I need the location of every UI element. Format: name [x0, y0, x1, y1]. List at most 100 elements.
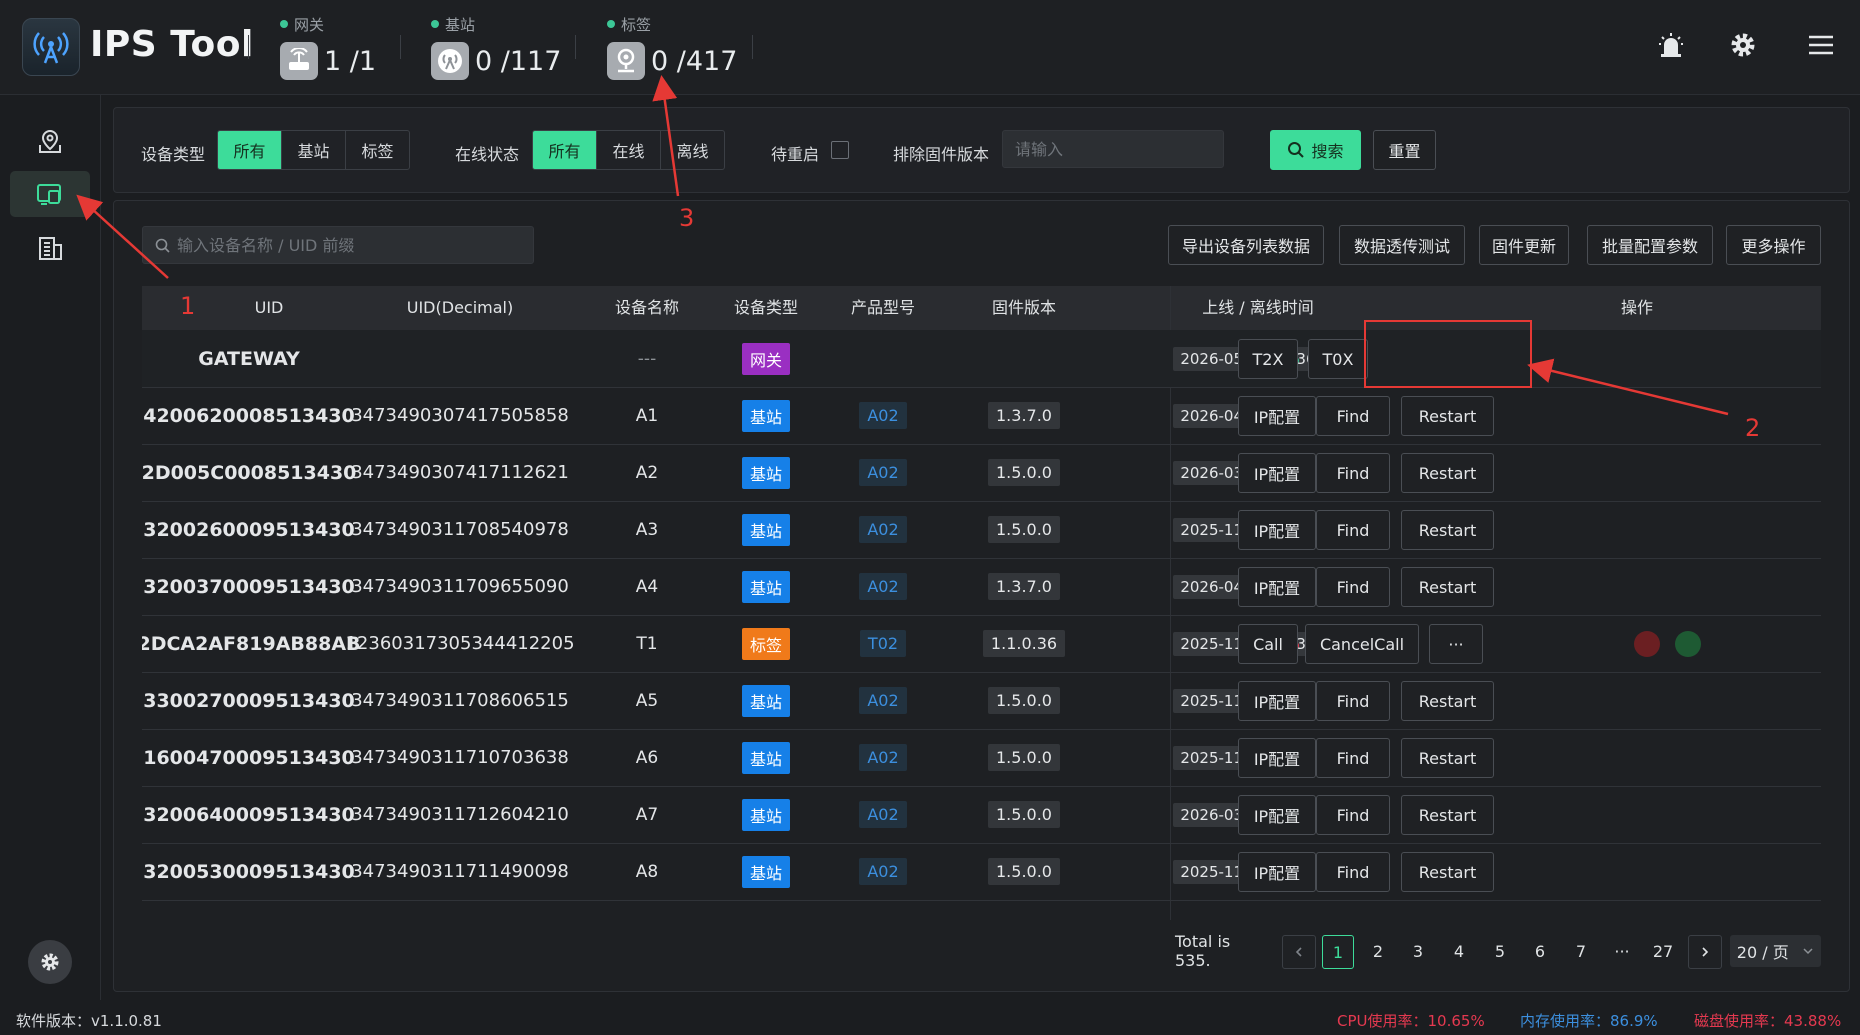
row-action-ip-button[interactable]: IP配置 [1238, 510, 1316, 550]
row-action-find-button[interactable]: Find [1316, 453, 1390, 493]
page-button-6[interactable]: 6 [1524, 935, 1556, 967]
row-action-restart-button[interactable]: Restart [1401, 396, 1494, 436]
row-action-t0x-button[interactable]: T0X [1308, 339, 1368, 379]
row-type-badge-base-station: 基站 [741, 684, 790, 717]
row-red-status-indicator[interactable] [1634, 631, 1660, 657]
page-size-select[interactable]: 20 / 页 [1730, 935, 1821, 967]
row-action-ip-button[interactable]: IP配置 [1238, 795, 1316, 835]
row-device-name: A7 [635, 804, 659, 825]
disk-usage: 磁盘使用率：43.88% [1694, 1012, 1842, 1030]
row-action-restart-button[interactable]: Restart [1401, 453, 1494, 493]
alarm-icon[interactable] [1656, 30, 1686, 64]
row-action-more-button[interactable]: ··· [1429, 624, 1483, 664]
row-action-ip-button[interactable]: IP配置 [1238, 396, 1316, 436]
row-type-badge-base-station: 基站 [741, 741, 790, 774]
table-row[interactable]: 2D005C0008513430 3473490307417112621 A2 基站 A… [142, 444, 1821, 502]
row-action-ip-button[interactable]: IP配置 [1238, 453, 1316, 493]
prev-page-button[interactable] [1282, 935, 1316, 969]
gateway-stat-label: 网关 [280, 14, 376, 34]
next-page-button[interactable] [1688, 935, 1722, 969]
exclude-firmware-input[interactable] [1002, 130, 1224, 168]
cpu-usage: CPU使用率：10.65% [1337, 1012, 1485, 1030]
column-header-product-model: 产品型号 [850, 298, 915, 317]
row-product-model: A02 [859, 744, 907, 771]
page-button-3[interactable]: 3 [1402, 935, 1434, 967]
map-pin-icon [39, 129, 61, 153]
row-action-restart-button[interactable]: Restart [1401, 795, 1494, 835]
device-search-input[interactable] [142, 226, 534, 264]
batch-config-button[interactable]: 批量配置参数 [1587, 225, 1713, 265]
table-row[interactable]: 3200370009513430 3473490311709655090 A4 基站 A… [142, 558, 1821, 616]
tag-stat-value: 0 /417 [651, 45, 738, 77]
search-button[interactable]: 搜索 [1270, 130, 1361, 170]
row-action-ip-button[interactable]: IP配置 [1238, 681, 1316, 721]
page-button-2[interactable]: 2 [1362, 935, 1394, 967]
row-action-restart-button[interactable]: Restart [1401, 852, 1494, 892]
row-product-model: A02 [859, 858, 907, 885]
row-action-find-button[interactable]: Find [1316, 510, 1390, 550]
gateway-stat: 网关 1 /1 [280, 14, 376, 80]
row-action-t2x-button[interactable]: T2X [1238, 339, 1298, 379]
online-status-all[interactable]: 所有 [533, 131, 597, 169]
device-type-base-station[interactable]: 基站 [282, 131, 346, 169]
sidebar-item-devices[interactable] [10, 171, 90, 217]
table-row[interactable]: 4200620008513430 3473490307417505858 A1 基站 A… [142, 387, 1821, 445]
reset-button[interactable]: 重置 [1373, 130, 1436, 170]
table-row[interactable]: 3200640009513430 3473490311712604210 A7 基站 A… [142, 786, 1821, 844]
table-header: UID UID(Decimal) 设备名称 设备类型 产品型号 固件版本 上线 … [142, 286, 1821, 330]
row-product-model: T02 [859, 630, 907, 657]
row-green-status-indicator[interactable] [1675, 631, 1701, 657]
page-button-7[interactable]: 7 [1565, 935, 1597, 967]
page-button-1[interactable]: 1 [1322, 935, 1354, 969]
export-device-list-button[interactable]: 导出设备列表数据 [1168, 225, 1324, 265]
row-uid-decimal: 3473490307417505858 [351, 405, 569, 426]
software-version: 软件版本：v1.1.0.81 [16, 1012, 162, 1030]
row-action-restart-button[interactable]: Restart [1401, 567, 1494, 607]
row-firmware-version: 1.1.0.36 [982, 630, 1066, 657]
table-row[interactable]: 1600470009513430 3473490311710703638 A6 基站 A… [142, 729, 1821, 787]
row-action-find-button[interactable]: Find [1316, 795, 1390, 835]
row-action-restart-button[interactable]: Restart [1401, 738, 1494, 778]
row-action-restart-button[interactable]: Restart [1401, 510, 1494, 550]
online-status-online[interactable]: 在线 [597, 131, 661, 169]
sidebar-item-building[interactable] [10, 225, 90, 271]
pending-restart-checkbox[interactable] [831, 141, 849, 159]
settings-gear-icon[interactable] [1728, 30, 1758, 64]
table-row[interactable]: 3200260009513430 3473490311708540978 A3 基站 A… [142, 501, 1821, 559]
online-status-offline[interactable]: 离线 [661, 131, 724, 169]
row-action-find-button[interactable]: Find [1316, 852, 1390, 892]
firmware-update-button[interactable]: 固件更新 [1479, 225, 1569, 265]
row-action-find-button[interactable]: Find [1316, 738, 1390, 778]
data-passthrough-test-button[interactable]: 数据透传测试 [1339, 225, 1465, 265]
page-button-27[interactable]: 27 [1646, 935, 1680, 967]
page-ellipsis[interactable]: ··· [1606, 935, 1638, 967]
row-type-badge-gateway: 网关 [741, 342, 790, 375]
table-row[interactable]: GATEWAY --- 网关 2026-05-07 16:36:58 T2X T0X [142, 330, 1821, 388]
online-status-label: 在线状态 [455, 145, 520, 164]
row-action-cancelcall-button[interactable]: CancelCall [1305, 624, 1419, 664]
row-action-find-button[interactable]: Find [1316, 681, 1390, 721]
device-type-all[interactable]: 所有 [218, 131, 282, 169]
table-row[interactable]: 3200530009513430 3473490311711490098 A8 基站 A… [142, 843, 1821, 901]
table-row[interactable]: 2DCA2AF819AB88AB 12360317305344412205 T1 标签… [142, 615, 1821, 673]
pagination-total: Total is 535. [1175, 932, 1231, 970]
page-button-5[interactable]: 5 [1484, 935, 1516, 967]
row-action-restart-button[interactable]: Restart [1401, 681, 1494, 721]
hamburger-menu-icon[interactable] [1806, 30, 1836, 64]
building-icon [39, 237, 62, 260]
column-header-device-name: 设备名称 [614, 298, 679, 317]
row-action-find-button[interactable]: Find [1316, 396, 1390, 436]
row-action-ip-button[interactable]: IP配置 [1238, 852, 1316, 892]
row-action-ip-button[interactable]: IP配置 [1238, 567, 1316, 607]
row-action-find-button[interactable]: Find [1316, 567, 1390, 607]
row-action-call-button[interactable]: Call [1238, 624, 1298, 664]
row-action-ip-button[interactable]: IP配置 [1238, 738, 1316, 778]
row-uid-decimal [356, 330, 564, 387]
more-actions-button[interactable]: 更多操作 [1726, 225, 1821, 265]
annotation-number-2: 2 [1745, 414, 1761, 442]
sidebar-settings-button[interactable] [28, 940, 72, 984]
table-row[interactable]: 3300270009513430 3473490311708606515 A5 基站 A… [142, 672, 1821, 730]
page-button-4[interactable]: 4 [1443, 935, 1475, 967]
device-type-tag[interactable]: 标签 [346, 131, 409, 169]
sidebar-item-map[interactable] [10, 118, 90, 164]
